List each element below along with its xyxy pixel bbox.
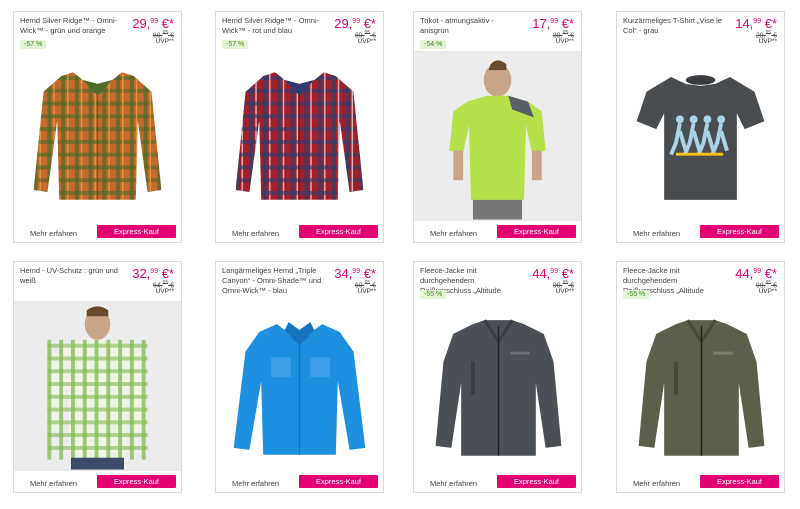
price-cents: 99 — [753, 268, 762, 275]
price-cents: 99 — [352, 18, 361, 25]
more-info-link[interactable]: Mehr erfahren — [232, 479, 279, 488]
uvp-label: UVP** — [555, 288, 574, 295]
express-buy-button[interactable]: Express-Kauf — [97, 475, 176, 488]
uvp-label: UVP** — [758, 38, 777, 45]
product-grid: Hemd Silver Ridge™ - Omni-Wick™ - grün u… — [0, 0, 800, 509]
more-info-link[interactable]: Mehr erfahren — [30, 479, 77, 488]
product-card[interactable]: Trikot - atmungsaktiv - anisgrün 17,99 €… — [413, 11, 582, 243]
price-main: 14, — [735, 16, 754, 31]
price-main: 44, — [532, 266, 551, 281]
product-title[interactable]: Kurzärmeliges T-Shirt „Vise le Col“ - gr… — [623, 16, 723, 36]
product-title[interactable]: Hemd - UV-Schutz : grün und weiß — [20, 266, 120, 286]
product-title[interactable]: Trikot - atmungsaktiv - anisgrün — [420, 16, 520, 36]
discount-badge: -57 % — [222, 40, 249, 49]
uvp-label: UVP** — [758, 288, 777, 295]
discount-badge: -57 % — [20, 40, 47, 49]
uvp-label: UVP** — [155, 288, 174, 295]
uvp-label: UVP** — [357, 288, 376, 295]
product-card[interactable]: Langärmeliges Hemd „Triple Canyon“ - Omn… — [215, 261, 384, 493]
price-main: 44, — [735, 266, 754, 281]
product-image[interactable] — [414, 301, 581, 471]
product-card[interactable]: Fleece-Jacke mit durchgehendem Reißversc… — [413, 261, 582, 493]
price-cents: 99 — [150, 268, 159, 275]
uvp-label: UVP** — [555, 38, 574, 45]
express-buy-button[interactable]: Express-Kauf — [700, 225, 779, 238]
product-title[interactable]: Hemd Silver Ridge™ - Omni-Wick™ - rot un… — [222, 16, 322, 36]
product-card[interactable]: Hemd Silver Ridge™ - Omni-Wick™ - grün u… — [13, 11, 182, 243]
more-info-link[interactable]: Mehr erfahren — [430, 479, 477, 488]
price-main: 29, — [334, 16, 353, 31]
product-image[interactable] — [617, 51, 784, 221]
product-card[interactable]: Fleece-Jacke mit durchgehendem Reißversc… — [616, 261, 785, 493]
product-image[interactable] — [216, 301, 383, 471]
more-info-link[interactable]: Mehr erfahren — [30, 229, 77, 238]
more-info-link[interactable]: Mehr erfahren — [430, 229, 477, 238]
product-card[interactable]: Hemd - UV-Schutz : grün und weiß 32,99 €… — [13, 261, 182, 493]
uvp-label: UVP** — [155, 38, 174, 45]
uvp-label: UVP** — [357, 38, 376, 45]
express-buy-button[interactable]: Express-Kauf — [299, 475, 378, 488]
product-card[interactable]: Kurzärmeliges T-Shirt „Vise le Col“ - gr… — [616, 11, 785, 243]
price-main: 34, — [334, 266, 353, 281]
discount-badge: -55 % — [623, 290, 650, 299]
product-image[interactable] — [14, 301, 181, 471]
price-cents: 99 — [753, 18, 762, 25]
more-info-link[interactable]: Mehr erfahren — [633, 479, 680, 488]
product-title[interactable]: Hemd Silver Ridge™ - Omni-Wick™ - grün u… — [20, 16, 120, 36]
price-cents: 99 — [550, 18, 559, 25]
express-buy-button[interactable]: Express-Kauf — [700, 475, 779, 488]
express-buy-button[interactable]: Express-Kauf — [299, 225, 378, 238]
express-buy-button[interactable]: Express-Kauf — [497, 475, 576, 488]
discount-badge: -54 % — [420, 40, 447, 49]
express-buy-button[interactable]: Express-Kauf — [497, 225, 576, 238]
price-main: 17, — [532, 16, 551, 31]
express-buy-button[interactable]: Express-Kauf — [97, 225, 176, 238]
product-title[interactable]: Langärmeliges Hemd „Triple Canyon“ - Omn… — [222, 266, 322, 296]
product-image[interactable] — [14, 51, 181, 221]
product-image[interactable] — [617, 301, 784, 471]
product-card[interactable]: Hemd Silver Ridge™ - Omni-Wick™ - rot un… — [215, 11, 384, 243]
price-cents: 99 — [150, 18, 159, 25]
more-info-link[interactable]: Mehr erfahren — [232, 229, 279, 238]
more-info-link[interactable]: Mehr erfahren — [633, 229, 680, 238]
price-cents: 99 — [352, 268, 361, 275]
product-image[interactable] — [414, 51, 581, 221]
price-cents: 99 — [550, 268, 559, 275]
discount-badge: -55 % — [420, 290, 447, 299]
price-main: 32, — [132, 266, 151, 281]
price-main: 29, — [132, 16, 151, 31]
product-image[interactable] — [216, 51, 383, 221]
